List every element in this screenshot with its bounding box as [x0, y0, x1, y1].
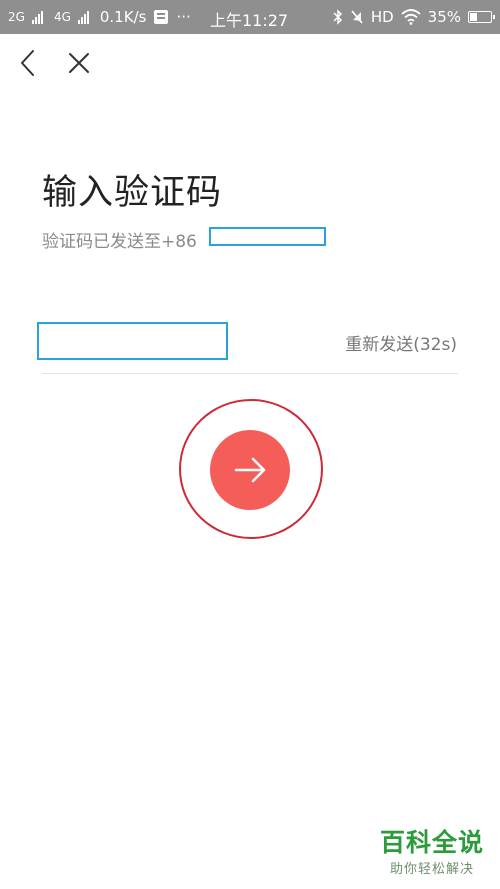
- network-4g-label: 4G: [53, 10, 71, 24]
- hd-label: HD: [370, 8, 394, 26]
- watermark-subtitle: 助你轻松解决: [389, 862, 474, 877]
- network-speed: 0.1K/s: [99, 8, 147, 26]
- status-left: 2G 4G 0.1K/s ···: [8, 8, 191, 26]
- bluetooth-icon: [333, 9, 342, 25]
- status-time: 上午11:27: [210, 11, 289, 30]
- sent-to-text: 验证码已发送至+86: [42, 232, 197, 252]
- close-icon[interactable]: [64, 48, 94, 78]
- app-notification-icon: [154, 10, 169, 24]
- network-2g-label: 2G: [8, 10, 25, 24]
- wifi-icon: [401, 9, 421, 25]
- page-title: 输入验证码: [42, 173, 223, 213]
- verification-screen: 2G 4G 0.1K/s ··· 上午11:27 HD 35% 输入验证码 验证…: [0, 0, 500, 889]
- resend-code-button[interactable]: 重新发送(32s): [345, 330, 457, 355]
- watermark-logo: 百科全说 助你轻松解决: [380, 828, 484, 877]
- arrow-right-icon: [234, 457, 266, 483]
- status-bar: 2G 4G 0.1K/s ··· 上午11:27 HD 35%: [0, 0, 500, 34]
- next-button[interactable]: [210, 430, 290, 510]
- status-right: HD 35%: [333, 0, 495, 34]
- input-divider: [42, 373, 458, 374]
- signal-icon-2: [77, 10, 89, 24]
- verification-code-input[interactable]: [37, 322, 228, 360]
- battery-level-fill: [470, 13, 477, 21]
- back-arrow-icon[interactable]: [14, 48, 44, 78]
- phone-number-redaction-box: [209, 227, 326, 246]
- battery-icon: [468, 11, 495, 23]
- battery-percent: 35%: [427, 8, 461, 26]
- mute-icon: [351, 10, 363, 24]
- more-notifications-icon: ···: [176, 8, 191, 26]
- signal-icon: [31, 10, 43, 24]
- watermark-title: 百科全说: [379, 828, 484, 857]
